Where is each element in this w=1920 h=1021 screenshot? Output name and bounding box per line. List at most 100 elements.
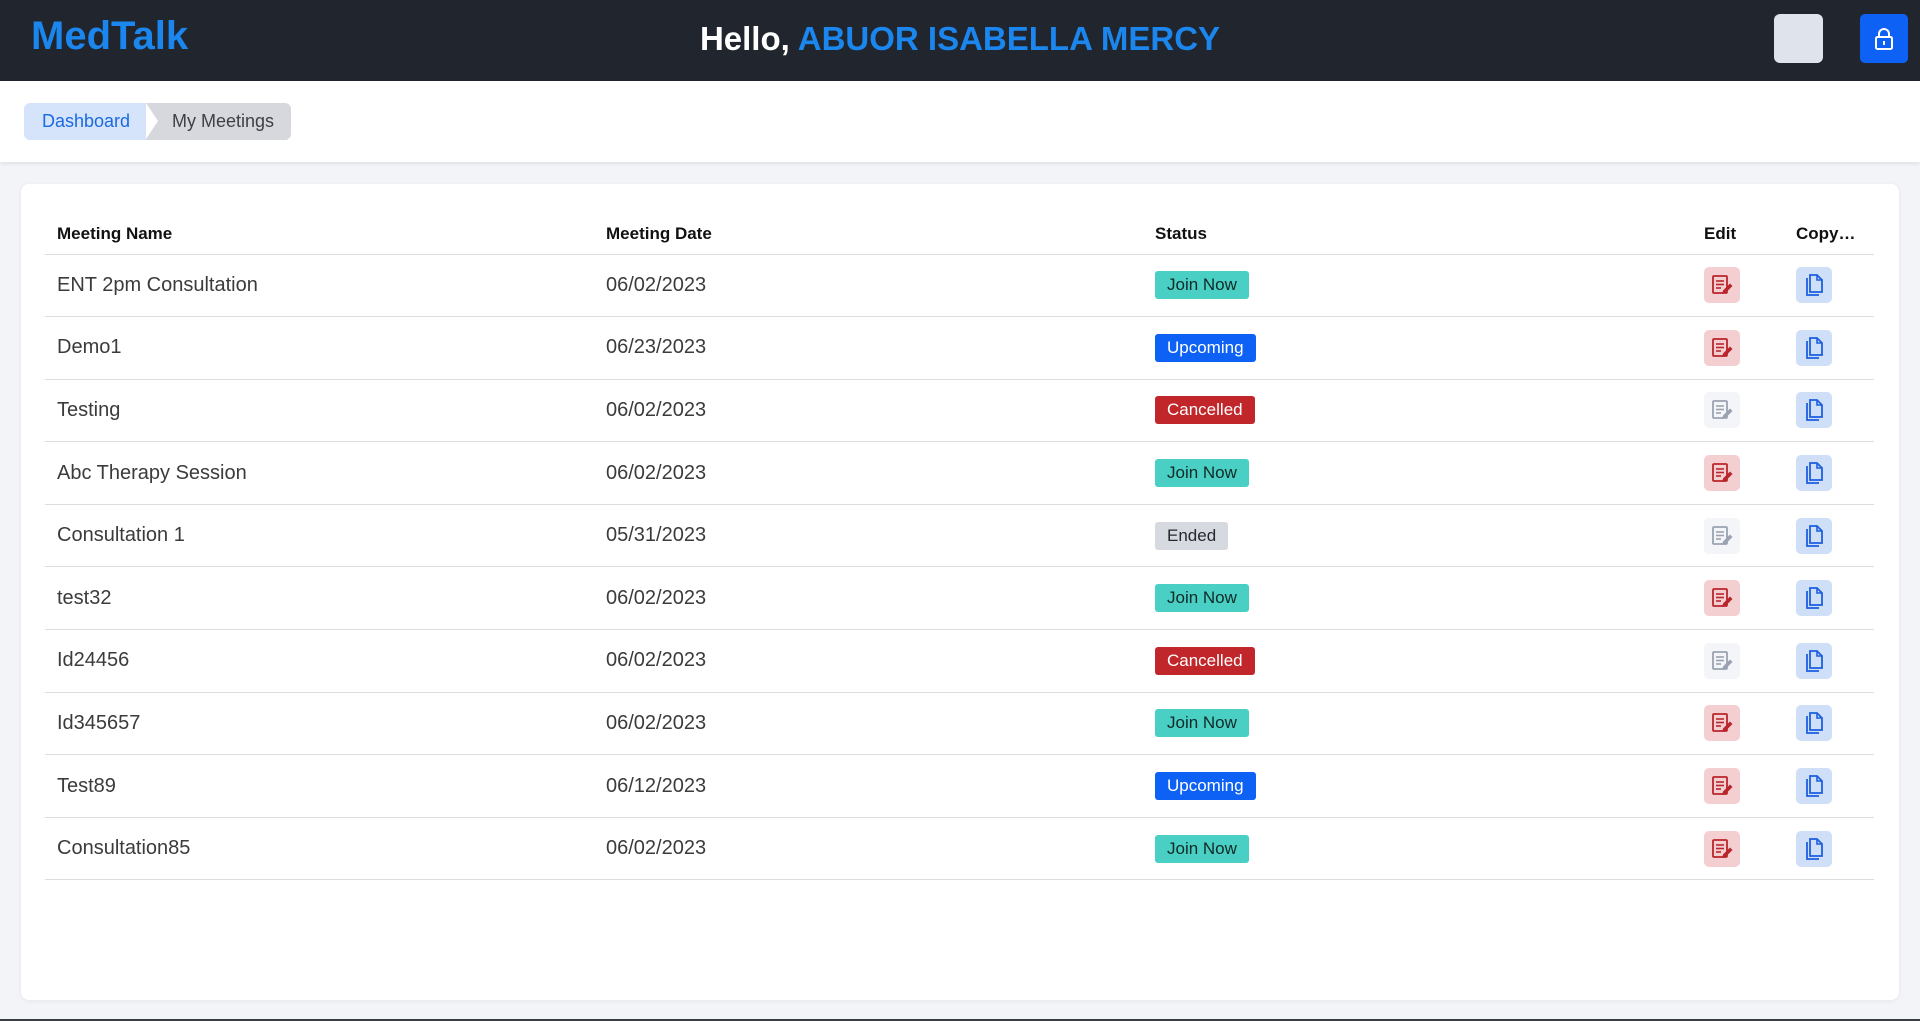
meeting-date: 06/12/2023 — [594, 754, 1143, 818]
copy-icon — [1803, 524, 1825, 548]
status-cell: Join Now — [1143, 566, 1692, 631]
lock-button[interactable] — [1860, 14, 1908, 63]
copy-icon — [1803, 649, 1825, 673]
edit-icon — [1711, 337, 1733, 359]
meetings-card: Meeting Name Meeting Date Status Edit Co… — [21, 184, 1899, 1000]
table-row[interactable]: Demo1 06/23/2023 Upcoming — [45, 316, 1874, 380]
meeting-date: 06/02/2023 — [594, 379, 1143, 443]
table-row[interactable]: Id345657 06/02/2023 Join Now — [45, 692, 1874, 756]
column-header-meeting-date[interactable]: Meeting Date — [594, 214, 1143, 255]
copy-cell — [1784, 754, 1874, 818]
table-header-row: Meeting Name Meeting Date Status Edit Co… — [45, 214, 1874, 255]
meeting-date: 06/02/2023 — [594, 817, 1143, 881]
meeting-date: 06/02/2023 — [594, 566, 1143, 631]
edit-icon — [1711, 650, 1733, 672]
copy-button[interactable] — [1796, 705, 1832, 742]
meeting-name: Id24456 — [45, 629, 594, 693]
copy-cell — [1784, 692, 1874, 756]
copy-icon — [1803, 711, 1825, 735]
table-row[interactable]: Consultation 1 05/31/2023 Ended — [45, 504, 1874, 568]
edit-cell — [1692, 629, 1784, 693]
table-row[interactable]: Test89 06/12/2023 Upcoming — [45, 754, 1874, 818]
status-badge: Cancelled — [1155, 646, 1255, 675]
edit-icon — [1711, 712, 1733, 734]
edit-button[interactable] — [1704, 705, 1740, 742]
edit-cell — [1692, 441, 1784, 505]
meetings-table: Meeting Name Meeting Date Status Edit Co… — [45, 214, 1874, 881]
copy-button[interactable] — [1796, 517, 1832, 554]
edit-cell — [1692, 817, 1784, 881]
meeting-name: Id345657 — [45, 692, 594, 756]
meeting-name: Consultation 1 — [45, 504, 594, 568]
edit-button[interactable] — [1704, 329, 1740, 366]
column-header-copy: Copy… — [1784, 214, 1874, 255]
status-cell: Upcoming — [1143, 316, 1692, 380]
status-badge[interactable]: Join Now — [1155, 459, 1249, 488]
meeting-date: 06/02/2023 — [594, 692, 1143, 756]
copy-cell — [1784, 316, 1874, 380]
copy-button[interactable] — [1796, 768, 1832, 805]
meeting-date: 06/02/2023 — [594, 629, 1143, 693]
edit-cell — [1692, 754, 1784, 818]
copy-button[interactable] — [1796, 267, 1832, 304]
edit-button[interactable] — [1704, 267, 1740, 304]
status-badge[interactable]: Join Now — [1155, 271, 1249, 300]
edit-button[interactable] — [1704, 768, 1740, 805]
copy-icon — [1803, 774, 1825, 798]
edit-button[interactable] — [1704, 580, 1740, 617]
copy-icon — [1803, 586, 1825, 610]
copy-icon — [1803, 336, 1825, 360]
copy-cell — [1784, 629, 1874, 693]
copy-icon — [1803, 273, 1825, 297]
status-cell: Cancelled — [1143, 629, 1692, 693]
avatar[interactable] — [1774, 14, 1823, 63]
top-navbar: MedTalk Hello, ABUOR ISABELLA MERCY — [0, 0, 1920, 81]
copy-button[interactable] — [1796, 830, 1832, 867]
status-badge: Upcoming — [1155, 333, 1256, 362]
edit-icon — [1711, 525, 1733, 547]
edit-button[interactable] — [1704, 830, 1740, 867]
meeting-date: 06/02/2023 — [594, 441, 1143, 505]
edit-cell — [1692, 316, 1784, 380]
copy-button[interactable] — [1796, 642, 1832, 679]
copy-button[interactable] — [1796, 329, 1832, 366]
meeting-name: ENT 2pm Consultation — [45, 254, 594, 318]
status-badge: Cancelled — [1155, 396, 1255, 425]
meeting-name: Demo1 — [45, 316, 594, 380]
status-badge: Upcoming — [1155, 772, 1256, 801]
meeting-date: 06/02/2023 — [594, 254, 1143, 318]
copy-cell — [1784, 441, 1874, 505]
column-header-status[interactable]: Status — [1143, 214, 1692, 255]
edit-cell — [1692, 566, 1784, 631]
status-cell: Cancelled — [1143, 379, 1692, 443]
table-row[interactable]: Id24456 06/02/2023 Cancelled — [45, 629, 1874, 693]
meeting-name: test32 — [45, 566, 594, 631]
table-body: ENT 2pm Consultation 06/02/2023 Join Now De… — [45, 254, 1874, 881]
status-badge[interactable]: Join Now — [1155, 834, 1249, 863]
status-cell: Join Now — [1143, 817, 1692, 881]
meeting-name: Test89 — [45, 754, 594, 818]
greeting: Hello, ABUOR ISABELLA MERCY — [0, 20, 1920, 58]
lock-icon — [1875, 27, 1893, 50]
copy-cell — [1784, 504, 1874, 568]
edit-icon — [1711, 775, 1733, 797]
copy-icon — [1803, 461, 1825, 485]
edit-button[interactable] — [1704, 455, 1740, 492]
table-row[interactable]: Consultation85 06/02/2023 Join Now — [45, 817, 1874, 881]
copy-button[interactable] — [1796, 455, 1832, 492]
copy-icon — [1803, 837, 1825, 861]
status-badge[interactable]: Join Now — [1155, 709, 1249, 738]
copy-button[interactable] — [1796, 392, 1832, 429]
column-header-meeting-name[interactable]: Meeting Name — [45, 214, 594, 255]
table-row[interactable]: ENT 2pm Consultation 06/02/2023 Join Now — [45, 254, 1874, 318]
table-row[interactable]: Abc Therapy Session 06/02/2023 Join Now — [45, 441, 1874, 505]
breadcrumb-dashboard[interactable]: Dashboard — [24, 103, 167, 140]
status-cell: Join Now — [1143, 441, 1692, 505]
copy-cell — [1784, 817, 1874, 881]
breadcrumb-my-meetings: My Meetings — [146, 103, 292, 140]
table-row[interactable]: test32 06/02/2023 Join Now — [45, 566, 1874, 631]
status-cell: Join Now — [1143, 692, 1692, 756]
status-badge[interactable]: Join Now — [1155, 584, 1249, 613]
table-row[interactable]: Testing 06/02/2023 Cancelled — [45, 379, 1874, 443]
copy-button[interactable] — [1796, 580, 1832, 617]
